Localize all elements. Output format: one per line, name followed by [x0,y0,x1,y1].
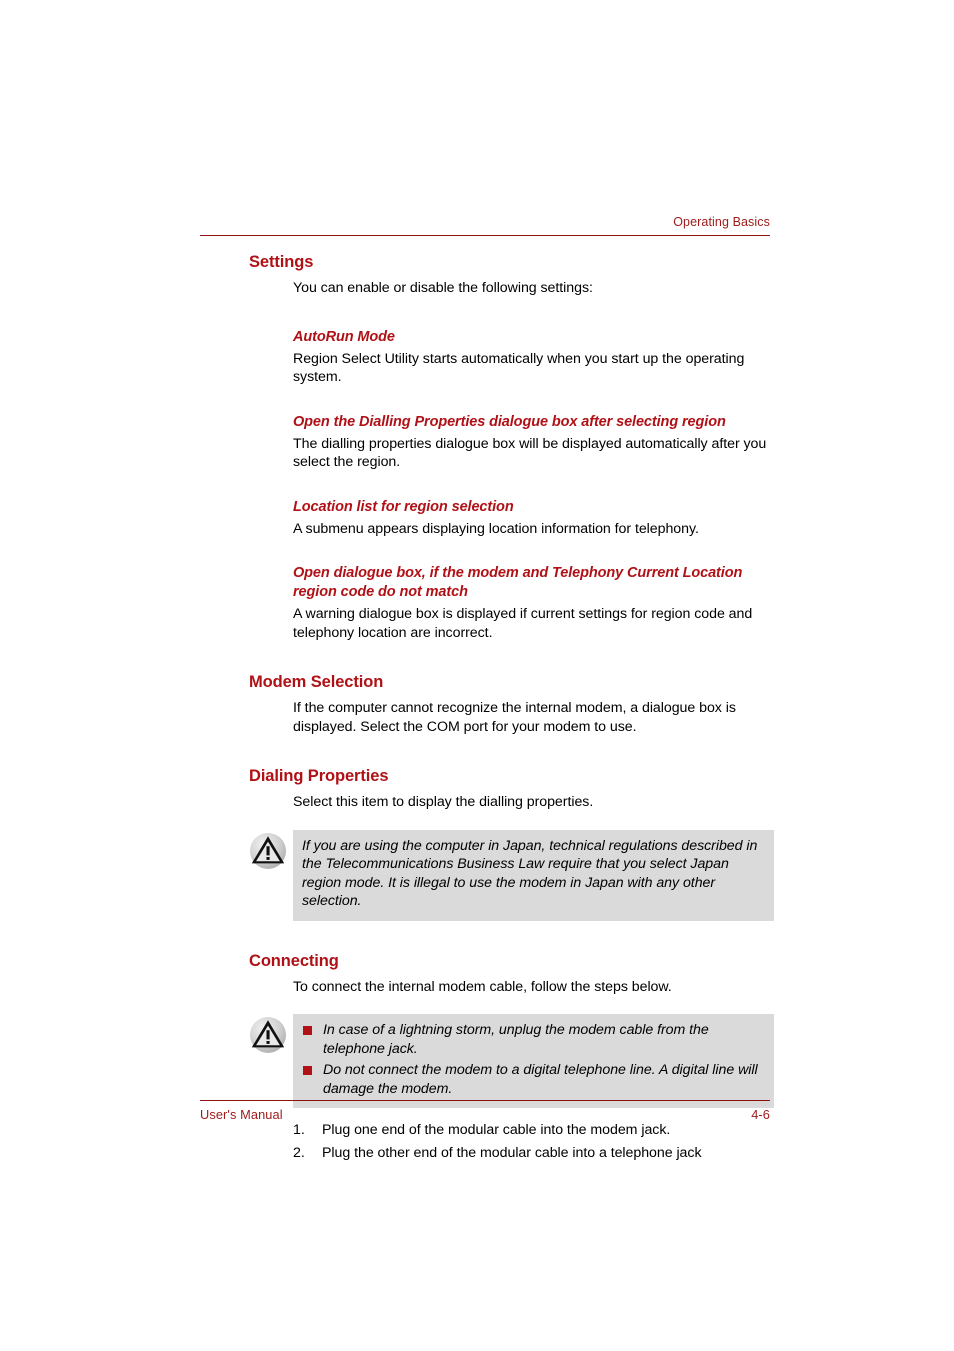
square-bullet-icon [303,1066,312,1075]
settings-block: You can enable or disable the following … [293,279,774,642]
list-item-text: In case of a lightning storm, unplug the… [323,1022,709,1057]
caution-notice-body: In case of a lightning storm, unplug the… [293,1014,774,1108]
dialing-properties-block: Select this item to display the dialling… [293,793,774,812]
body-open-dialogue-mismatch: A warning dialogue box is displayed if c… [293,606,753,641]
list-item: In case of a lightning storm, unplug the… [302,1021,764,1058]
list-item: Do not connect the modem to a digital te… [302,1061,764,1098]
body-autorun-mode: Region Select Utility starts automatical… [293,350,745,386]
caution-bullet-list: In case of a lightning storm, unplug the… [302,1021,764,1098]
settings-intro: You can enable or disable the following … [293,280,593,296]
page-content: Settings You can enable or disable the f… [249,252,774,1165]
step-item: 2. Plug the other end of the modular cab… [293,1142,774,1165]
warning-triangle-icon [249,830,293,875]
body-open-dialling-properties: The dialling properties dialogue box wil… [293,435,767,471]
footer-rule [200,1100,770,1101]
heading-connecting: Connecting [249,951,339,970]
caution-notice-body: If you are using the computer in Japan, … [293,829,774,921]
running-head: Operating Basics [673,215,770,229]
connecting-steps: 1. Plug one end of the modular cable int… [293,1119,774,1165]
list-item-text: Do not connect the modem to a digital te… [323,1062,758,1097]
step-text: Plug one end of the modular cable into t… [322,1122,671,1138]
page-footer: User's Manual 4-6 [200,1100,770,1123]
step-text: Plug the other end of the modular cable … [322,1145,702,1161]
heading-dialing-properties: Dialing Properties [249,767,389,785]
body-modem-selection: If the computer cannot recognize the int… [293,700,736,735]
body-location-list: A submenu appears displaying location in… [293,520,699,537]
modem-selection-block: If the computer cannot recognize the int… [293,699,774,736]
step-number: 2. [293,1145,305,1161]
header-rule [200,235,770,236]
page-header: Operating Basics [200,215,770,236]
footer-row: User's Manual 4-6 [200,1107,770,1123]
page-number: 4-6 [751,1107,770,1122]
body-connecting: To connect the internal modem cable, fol… [293,978,672,995]
caution-notice-japan: If you are using the computer in Japan, … [249,829,774,921]
warning-triangle-icon [249,1014,293,1059]
heading-location-list: Location list for region selection [293,498,514,515]
heading-modem-selection: Modem Selection [249,673,384,691]
heading-open-dialogue-mismatch: Open dialogue box, if the modem and Tele… [293,565,743,600]
heading-open-dialling-properties: Open the Dialling Properties dialogue bo… [293,413,726,430]
body-dialing-properties: Select this item to display the dialling… [293,794,594,810]
square-bullet-icon [303,1026,312,1035]
document-page: Operating Basics Settings You can enable… [0,0,954,1351]
caution-notice-text: If you are using the computer in Japan, … [302,837,758,910]
connecting-steps-block: 1. Plug one end of the modular cable int… [293,1119,774,1165]
heading-settings: Settings [249,253,314,271]
connecting-block: To connect the internal modem cable, fol… [293,978,774,997]
caution-notice-connecting: In case of a lightning storm, unplug the… [249,1014,774,1108]
heading-autorun-mode: AutoRun Mode [293,328,395,345]
footer-manual-label: User's Manual [200,1107,283,1122]
